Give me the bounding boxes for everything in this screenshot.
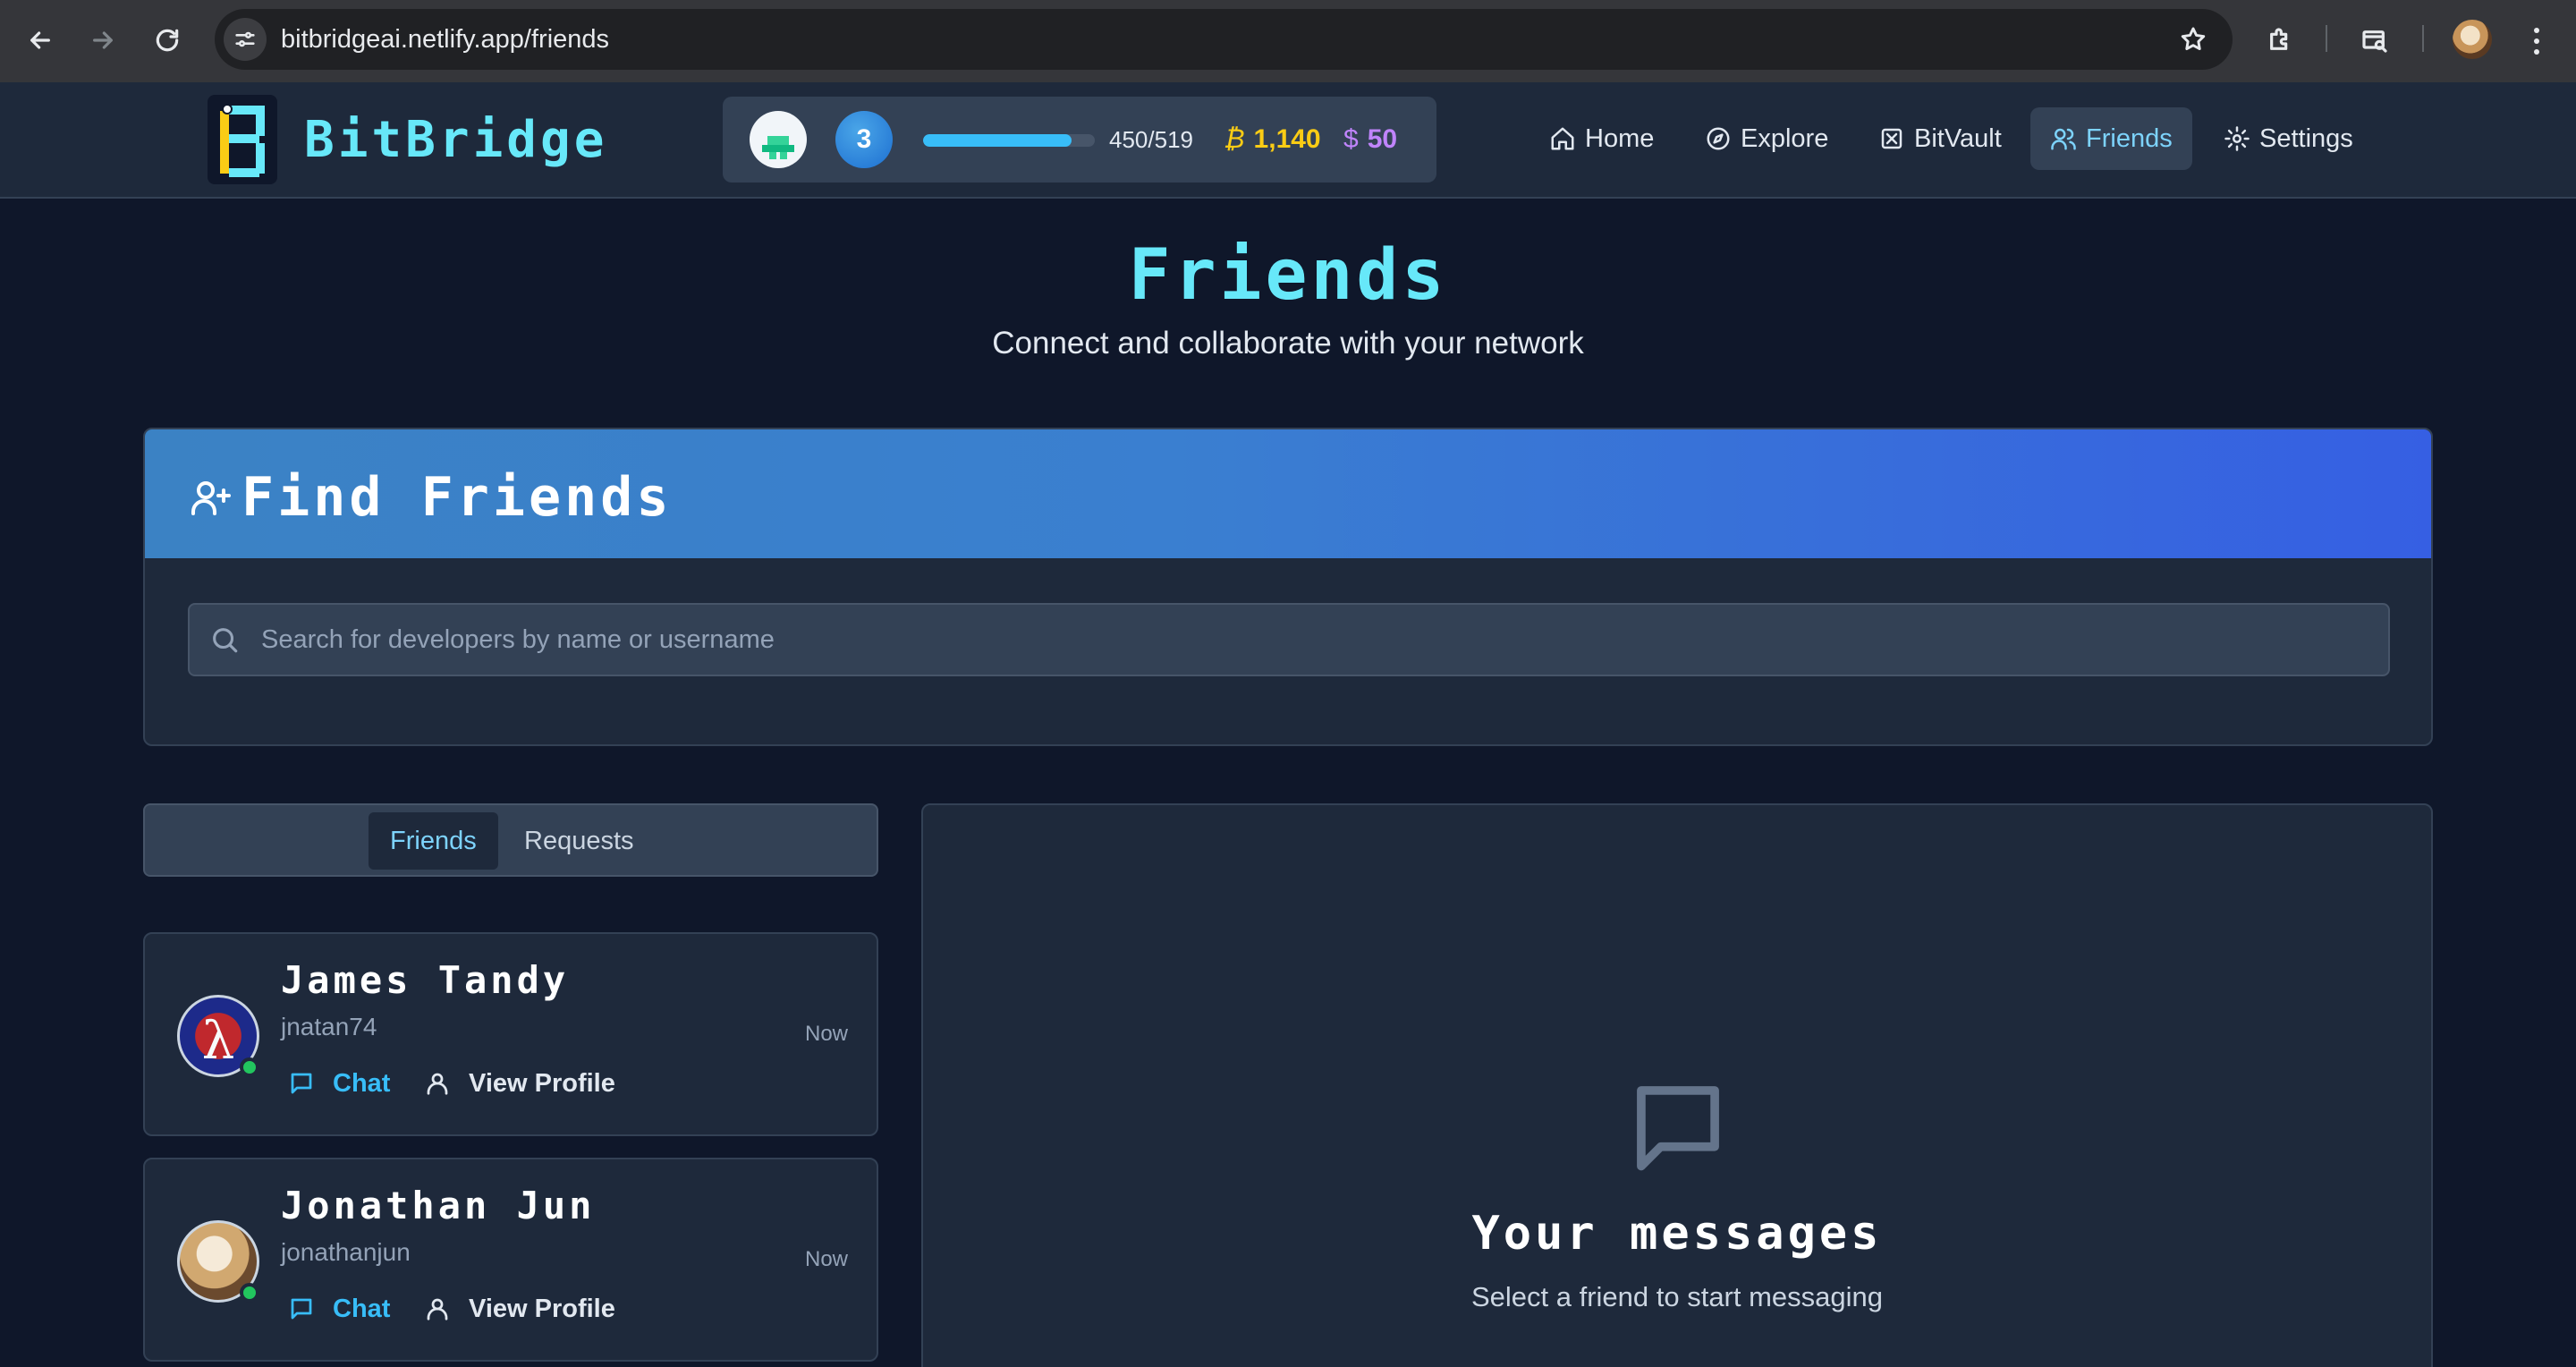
tab-friends[interactable]: Friends: [369, 812, 498, 870]
chat-label: Chat: [333, 1068, 391, 1098]
gear-icon: [2224, 126, 2250, 151]
nav-home[interactable]: Home: [1530, 107, 1674, 170]
find-friends-title: Find Friends: [242, 466, 673, 529]
bitbridge-logo-icon[interactable]: [208, 95, 277, 184]
toolbar-divider: [2422, 25, 2424, 52]
user-plus-icon: [190, 476, 233, 519]
search-box[interactable]: [188, 603, 2390, 676]
friend-username: jonathanjun: [281, 1238, 411, 1266]
view-profile-button[interactable]: View Profile: [424, 1061, 615, 1106]
extensions-button[interactable]: [2258, 18, 2302, 63]
users-icon: [2051, 128, 2076, 150]
forward-button[interactable]: [80, 18, 125, 63]
message-square-icon: [291, 1073, 312, 1094]
message-square-icon: [1626, 1075, 1730, 1179]
usd-balance: $50: [1343, 122, 1397, 157]
dollar-icon: $: [1343, 124, 1359, 154]
search-input[interactable]: [261, 605, 2372, 675]
dot: [2534, 28, 2539, 33]
nav-friends[interactable]: Friends: [2030, 107, 2192, 170]
puzzle-icon: [2270, 28, 2288, 50]
nav-settings-label: Settings: [2259, 124, 2353, 153]
browser-toolbar: bitbridgeai.netlify.app/friends: [0, 0, 2576, 82]
user-icon: [427, 1073, 448, 1095]
tune-icon: [235, 31, 255, 47]
btc-balance: ₿ 1,140: [1224, 122, 1321, 157]
star-icon: [2181, 27, 2206, 50]
arrow-left-icon: [30, 31, 50, 49]
brand-name[interactable]: BitBridge: [304, 109, 607, 172]
friend-username: jnatan74: [281, 1013, 377, 1040]
xp-progress-fill: [923, 134, 1072, 147]
url-text[interactable]: bitbridgeai.netlify.app/friends: [281, 9, 609, 70]
chat-button[interactable]: Chat: [288, 1286, 390, 1331]
messages-empty-title: Your messages: [1471, 1207, 1883, 1261]
last-active-time: Now: [804, 1022, 848, 1046]
tab-search-button[interactable]: [2352, 18, 2397, 63]
search-icon: [209, 624, 242, 657]
nav-bitvault-label: BitVault: [1914, 124, 2002, 153]
reload-button[interactable]: [145, 18, 190, 63]
home-icon: [1551, 127, 1574, 150]
vault-icon: [1881, 128, 1902, 149]
friend-name[interactable]: James Tandy: [281, 955, 569, 1006]
view-profile-button[interactable]: View Profile: [424, 1286, 615, 1331]
usd-value: 50: [1367, 124, 1398, 154]
dot: [2534, 38, 2539, 44]
tab-requests[interactable]: Requests: [503, 812, 656, 870]
address-bar[interactable]: bitbridgeai.netlify.app/friends: [215, 9, 2233, 70]
message-square-icon: [291, 1298, 312, 1320]
page-subtitle: Connect and collaborate with your networ…: [992, 326, 1584, 361]
find-friends-header: Find Friends: [145, 429, 2431, 558]
online-status-dot: [240, 1283, 259, 1303]
site-info-button[interactable]: [224, 18, 267, 61]
messages-empty-subtitle: Select a friend to start messaging: [1470, 1281, 1884, 1312]
arrow-right-icon: [93, 31, 113, 49]
user-avatar[interactable]: [750, 111, 807, 168]
browser-menu-button[interactable]: [2519, 20, 2555, 63]
view-profile-label: View Profile: [469, 1294, 615, 1323]
app-header: BitBridge 3 450/519 ₿ 1,140 $50 Home Expl…: [0, 82, 2576, 199]
btc-value: 1,140: [1253, 124, 1321, 154]
view-profile-label: View Profile: [469, 1068, 615, 1098]
dot: [2534, 49, 2539, 55]
xp-progress-bar: [923, 134, 1095, 147]
online-status-dot: [240, 1057, 259, 1077]
toolbar-divider: [2326, 25, 2327, 52]
messages-panel: Your messages Select a friend to start m…: [921, 803, 2433, 1367]
nav-bitvault[interactable]: BitVault: [1859, 107, 2021, 170]
friend-card: λ James Tandy jnatan74 Now Chat View Pro…: [143, 932, 878, 1136]
friend-name[interactable]: Jonathan Jun: [281, 1181, 595, 1231]
compass-icon: [1707, 127, 1730, 150]
level-badge: 3: [835, 111, 893, 168]
nav-explore-label: Explore: [1741, 124, 1829, 153]
back-button[interactable]: [18, 18, 63, 63]
friends-tabs: Friends Requests: [143, 803, 878, 877]
chat-label: Chat: [333, 1294, 391, 1323]
last-active-time: Now: [804, 1247, 848, 1271]
window-search-icon: [2362, 30, 2387, 53]
user-icon: [427, 1298, 448, 1320]
friend-card: Jonathan Jun jonathanjun Now Chat View P…: [143, 1158, 878, 1362]
nav-settings[interactable]: Settings: [2204, 107, 2373, 170]
main-content: Friends Connect and collaborate with you…: [0, 199, 2576, 1367]
nav-explore[interactable]: Explore: [1685, 107, 1848, 170]
browser-profile-avatar[interactable]: [2453, 20, 2492, 59]
user-stats-panel: 3 450/519 ₿ 1,140 $50: [723, 97, 1436, 183]
page-title: Friends: [1128, 235, 1448, 316]
bookmark-star-button[interactable]: [2175, 21, 2211, 57]
nav-friends-label: Friends: [2086, 124, 2173, 153]
find-friends-card: Find Friends: [143, 428, 2433, 746]
bitcoin-icon: ₿: [1224, 124, 1245, 154]
xp-text: 450/519: [1109, 126, 1193, 153]
chat-button[interactable]: Chat: [288, 1061, 390, 1106]
reload-icon: [156, 29, 179, 52]
nav-home-label: Home: [1585, 124, 1655, 153]
